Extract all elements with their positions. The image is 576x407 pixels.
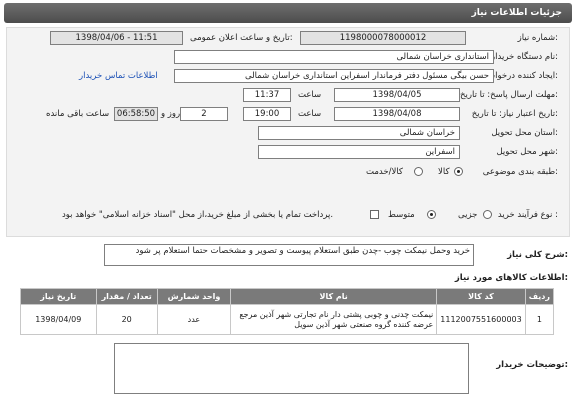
cell-unit: عدد	[156, 304, 232, 335]
cell-quantity: 20	[95, 304, 158, 335]
province-field: خراسان شمالی	[258, 126, 460, 140]
goods-table: تاریخ نیاز تعداد / مقدار واحد شمارش نام …	[20, 288, 555, 335]
cell-item-name: نیمکت چدنی و چوبی پشتی دار نام تجارتی شه…	[230, 304, 438, 335]
creator-field: حسن بیگی مسئول دفتر فرماندار اسفراین است…	[174, 69, 494, 83]
col-unit: واحد شمارش	[156, 288, 232, 305]
category-goods-label: کالا	[438, 167, 450, 177]
announce-label: تاریخ و ساعت اعلان عمومی:	[190, 33, 293, 43]
validity-time-label: ساعت	[298, 109, 322, 119]
col-item-name: نام کالا	[230, 288, 438, 305]
validity-label: تاریخ اعتبار نیاز: تا تاریخ:	[471, 109, 558, 119]
process-partial-label: جزیی	[458, 210, 478, 220]
province-label: استان محل تحویل:	[491, 128, 558, 138]
process-partial-radio[interactable]	[483, 210, 492, 219]
col-row-index: ردیف	[524, 288, 555, 305]
goods-table-header: تاریخ نیاز تعداد / مقدار واحد شمارش نام …	[20, 288, 555, 305]
days-suffix: روز و	[161, 109, 181, 119]
category-label: طبقه بندی موضوعی:	[482, 167, 558, 177]
validity-time-field: 19:00	[243, 107, 291, 121]
col-item-code: کد کالا	[436, 288, 526, 305]
cell-row-index: 1	[524, 304, 555, 335]
need-number-field: 1198000078000012	[300, 31, 466, 45]
process-label: نوع فرآیند خرید :	[497, 210, 558, 220]
cell-need-date: 1398/04/09	[20, 304, 97, 335]
table-row: 1398/04/09 20 عدد نیمکت چدنی و چوبی پشتی…	[20, 304, 555, 335]
page-header: جزئیات اطلاعات نیاز	[4, 3, 572, 23]
deadline-date-field: 1398/04/05	[334, 88, 460, 102]
deadline-time-field: 11:37	[243, 88, 291, 102]
buyer-contact-link[interactable]: اطلاعات تماس خریدار	[79, 71, 158, 81]
buyer-org-field: استانداری خراسان شمالی	[174, 50, 494, 64]
buyer-notes-field	[114, 343, 469, 394]
process-medium-radio[interactable]	[427, 210, 436, 219]
category-goods-radio[interactable]	[454, 167, 463, 176]
need-number-label: شماره نیاز:	[517, 33, 558, 43]
buyer-notes-label: توضیحات خریدار:	[496, 360, 568, 370]
city-field: اسفراین	[258, 145, 460, 159]
general-desc-field: خرید وحمل نیمکت چوب -چدن طبق استعلام پیو…	[104, 244, 474, 266]
category-goods-service-radio[interactable]	[414, 167, 423, 176]
treasury-payment-checkbox[interactable]	[370, 210, 379, 219]
deadline-time-label: ساعت	[298, 90, 322, 100]
days-field: 2	[180, 107, 228, 121]
general-desc-label: شرح کلی نیاز:	[507, 250, 568, 260]
remaining-time-field: 06:58:50	[114, 107, 158, 121]
treasury-payment-note: پرداخت تمام یا بخشی از مبلغ خرید،از محل …	[62, 210, 334, 220]
cell-item-code: 1112007551600003	[436, 304, 526, 335]
page-title: جزئیات اطلاعات نیاز	[471, 8, 562, 18]
goods-section-label: اطلاعات کالاهای مورد نیاز:	[454, 273, 568, 283]
announce-field: 1398/04/06 - 11:51	[50, 31, 183, 45]
remaining-suffix: ساعت باقی مانده	[46, 109, 110, 119]
validity-date-field: 1398/04/08	[334, 107, 460, 121]
col-quantity: تعداد / مقدار	[95, 288, 158, 305]
process-medium-label: متوسط	[388, 210, 415, 220]
buyer-org-label: نام دستگاه خریدار:	[491, 52, 558, 62]
city-label: شهر محل تحویل:	[496, 147, 558, 157]
category-goods-service-label: کالا/خدمت	[366, 167, 403, 177]
col-need-date: تاریخ نیاز	[20, 288, 97, 305]
deadline-label: مهلت ارسال پاسخ: تا تاریخ:	[460, 90, 558, 100]
